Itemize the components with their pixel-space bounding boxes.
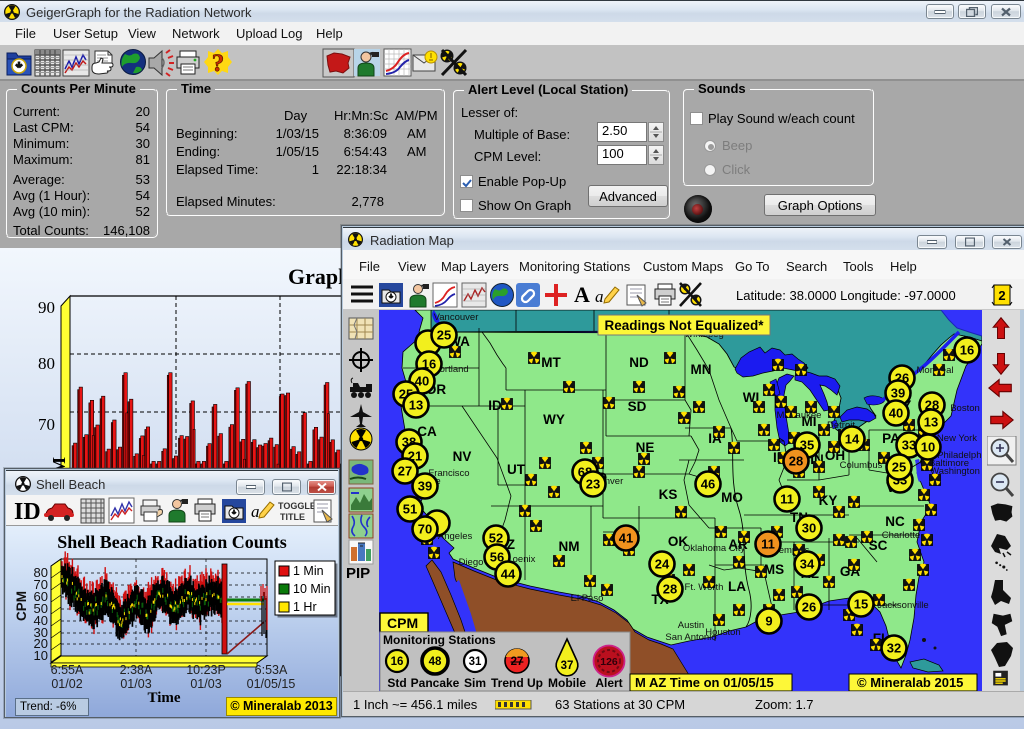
svg-text:Trend Up: Trend Up: [491, 676, 543, 690]
svg-text:10: 10: [34, 648, 48, 663]
svg-text:41: 41: [619, 531, 633, 546]
svg-text:30: 30: [802, 521, 816, 536]
svg-text:6:55A: 6:55A: [51, 663, 84, 677]
svg-text:Jacksonville: Jacksonville: [877, 600, 928, 611]
svg-text:A: A: [574, 282, 590, 307]
svg-text:KS: KS: [659, 487, 678, 502]
svg-text:UT: UT: [507, 462, 526, 477]
svg-text:13: 13: [409, 398, 423, 413]
svg-text:48: 48: [429, 656, 442, 668]
svg-text:ID: ID: [14, 499, 41, 525]
svg-text:MT: MT: [541, 355, 561, 370]
svg-text:Oklahoma City: Oklahoma City: [683, 543, 746, 554]
svg-text:23: 23: [586, 477, 600, 492]
svg-text:25: 25: [892, 460, 906, 475]
svg-text:ID: ID: [488, 398, 502, 413]
svg-text:6:53A: 6:53A: [255, 663, 288, 677]
svg-text:nver: nver: [605, 476, 623, 487]
svg-text:37: 37: [561, 660, 574, 672]
svg-text:Sim: Sim: [464, 676, 486, 690]
svg-text:10 Min: 10 Min: [293, 582, 331, 596]
svg-text:El Paso: El Paso: [571, 593, 604, 604]
svg-text:M AZ Time on 01/05/15: M AZ Time on 01/05/15: [635, 675, 774, 690]
svg-text:26: 26: [802, 600, 816, 615]
svg-text:a: a: [595, 287, 604, 306]
svg-text:1 Min: 1 Min: [293, 564, 324, 578]
svg-text:MO: MO: [721, 490, 743, 505]
svg-text:9: 9: [765, 614, 772, 629]
svg-text:MN: MN: [691, 362, 712, 377]
svg-text:01/02: 01/02: [51, 677, 82, 691]
svg-text:San Antonio: San Antonio: [665, 632, 716, 643]
svg-text:46: 46: [701, 477, 715, 492]
svg-text:Monitoring Stations: Monitoring Stations: [383, 633, 496, 647]
svg-text:CPM: CPM: [387, 615, 418, 631]
svg-text:14: 14: [845, 432, 860, 447]
svg-text:?: ?: [212, 50, 225, 77]
svg-text:Mobile: Mobile: [548, 676, 586, 690]
svg-text:SD: SD: [628, 399, 647, 414]
svg-text:Time: Time: [147, 690, 180, 706]
svg-text:32: 32: [887, 641, 901, 656]
svg-text:WY: WY: [543, 412, 565, 427]
svg-text:11: 11: [780, 492, 794, 507]
svg-text:Boston: Boston: [950, 403, 980, 414]
svg-text:Charlotte: Charlotte: [882, 530, 921, 541]
svg-text:ND: ND: [629, 355, 649, 370]
svg-text:28: 28: [789, 454, 803, 469]
svg-text:LA: LA: [728, 579, 746, 594]
svg-text:2: 2: [998, 288, 1005, 303]
svg-text:31: 31: [469, 656, 482, 668]
svg-text:1 Hr: 1 Hr: [293, 600, 317, 614]
svg-text:24: 24: [655, 557, 670, 572]
svg-text:25: 25: [437, 328, 451, 343]
svg-text:11: 11: [761, 537, 775, 552]
svg-text:16: 16: [960, 343, 974, 358]
svg-text:51: 51: [403, 502, 417, 517]
svg-text:NM: NM: [559, 539, 580, 554]
svg-text:10:23P: 10:23P: [186, 663, 226, 677]
svg-text:CPM: CPM: [14, 591, 29, 621]
svg-text:NV: NV: [453, 449, 472, 464]
svg-text:10: 10: [921, 440, 935, 455]
svg-text:39: 39: [418, 479, 432, 494]
svg-text:TOGGLE: TOGGLE: [278, 501, 316, 511]
svg-text:44: 44: [501, 567, 516, 582]
svg-text:01/03: 01/03: [120, 677, 151, 691]
svg-text:27: 27: [398, 464, 412, 479]
svg-text:Vancouver: Vancouver: [434, 312, 479, 323]
svg-text:Std: Std: [387, 676, 406, 690]
svg-text:NC: NC: [885, 514, 905, 529]
svg-text:Alert: Alert: [595, 676, 622, 690]
svg-text:2:38A: 2:38A: [120, 663, 153, 677]
svg-text:13: 13: [924, 415, 938, 430]
svg-text:34: 34: [800, 557, 815, 572]
svg-text:39: 39: [891, 386, 905, 401]
svg-text:27: 27: [511, 656, 524, 668]
svg-text:16: 16: [391, 656, 404, 668]
svg-text:40: 40: [889, 406, 903, 421]
svg-text:01/03: 01/03: [190, 677, 221, 691]
svg-text:01/05/15: 01/05/15: [247, 677, 296, 691]
svg-text:Austin: Austin: [678, 620, 704, 631]
svg-text:15: 15: [854, 597, 868, 612]
svg-text:a: a: [251, 502, 260, 521]
svg-text:126: 126: [600, 656, 618, 668]
svg-text:33: 33: [902, 438, 916, 453]
svg-text:28: 28: [663, 582, 677, 597]
svg-text:© Mineralab 2015: © Mineralab 2015: [857, 675, 963, 690]
svg-text:70: 70: [418, 522, 432, 537]
svg-text:New York: New York: [937, 433, 977, 444]
svg-text:Diego: Diego: [459, 557, 484, 568]
svg-text:Columbus: Columbus: [840, 460, 883, 471]
svg-text:Readings Not Equalized*: Readings Not Equalized*: [604, 318, 764, 333]
svg-text:MS: MS: [764, 562, 784, 577]
svg-text:TITLE: TITLE: [280, 512, 305, 522]
svg-text:Pancake: Pancake: [411, 676, 460, 690]
